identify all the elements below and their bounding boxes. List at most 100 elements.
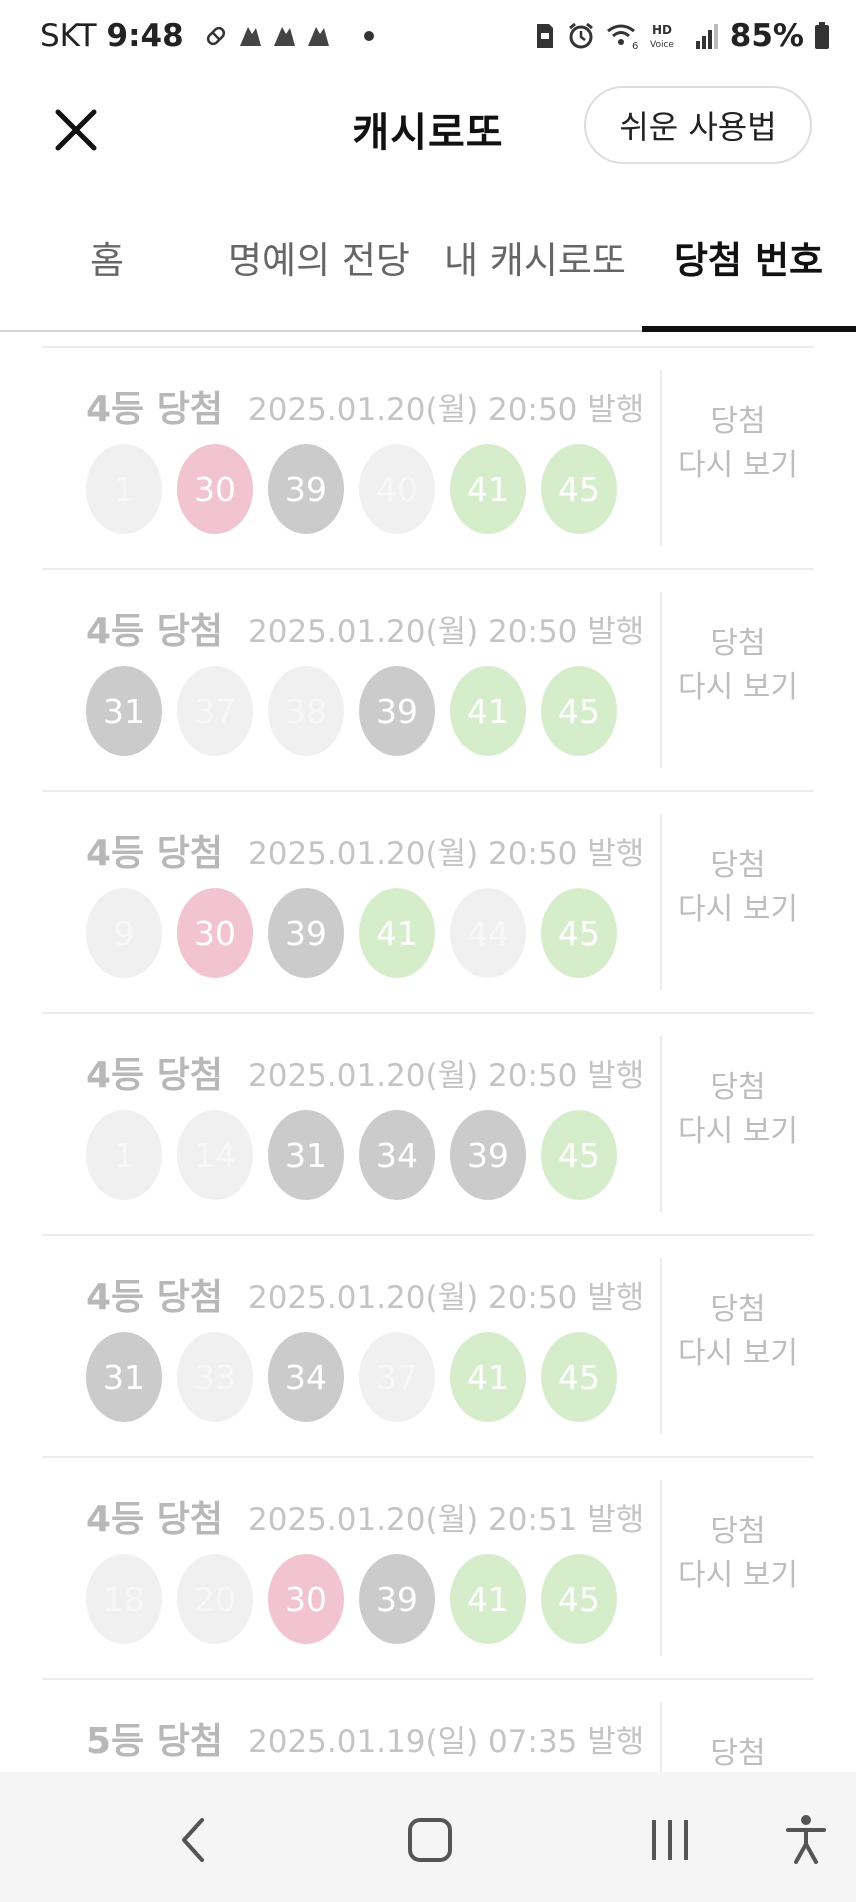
- lotto-ball: 45: [541, 444, 617, 534]
- lotto-ball: 45: [541, 1332, 617, 1422]
- view-win-again-button[interactable]: 당첨다시 보기: [662, 1288, 814, 1376]
- home-icon[interactable]: [400, 1810, 460, 1870]
- view-win-again-button[interactable]: 당첨다시 보기: [662, 622, 814, 710]
- lotto-ball: 33: [177, 1332, 253, 1422]
- lotto-ball: 41: [359, 888, 435, 978]
- prize-rank-label: 4등 당첨: [86, 833, 223, 874]
- view-win-again-button[interactable]: 당첨다시 보기: [662, 1732, 814, 1772]
- view-win-again-line2: 다시 보기: [678, 1558, 798, 1593]
- view-win-again-button[interactable]: 당첨다시 보기: [662, 1510, 814, 1598]
- issue-date-label: 2025.01.20(월) 20:50 발행: [248, 1280, 645, 1316]
- view-win-again-button[interactable]: 당첨다시 보기: [662, 844, 814, 932]
- lotto-ball: 41: [450, 1332, 526, 1422]
- view-win-again-line1: 당첨: [710, 1736, 766, 1771]
- winning-entry-card: 4등 당첨 2025.01.20(월) 20:51 발행 18 20 30 39 41 45 당…: [42, 1458, 814, 1680]
- winning-entry-card: 4등 당첨 2025.01.20(월) 20:50 발행 1 30 39 40 41 45 당첨…: [42, 348, 814, 570]
- more-notifications-dot: [363, 31, 374, 41]
- tab-home[interactable]: 홈: [90, 230, 124, 284]
- signal-icon: [695, 24, 718, 49]
- lotto-ball: 39: [268, 888, 344, 978]
- lotto-ball: 45: [541, 666, 617, 756]
- tab-winning-numbers[interactable]: 당첨 번호: [674, 230, 823, 284]
- view-win-again-button[interactable]: 당첨다시 보기: [662, 1066, 814, 1154]
- svg-text:HD: HD: [652, 23, 672, 37]
- status-left: SKT 9:48: [40, 18, 374, 54]
- winning-entry-card: 4등 당첨 2025.01.20(월) 20:50 발행 9 30 39 41 44 45 당첨…: [42, 792, 814, 1014]
- accessibility-icon[interactable]: [776, 1810, 836, 1870]
- lotto-ball: 34: [359, 1110, 435, 1200]
- lotto-ball: 18: [86, 1554, 162, 1644]
- lotto-ball: 9: [86, 888, 162, 978]
- status-bar: SKT 9:48 6 HD Voice 85%: [0, 0, 856, 78]
- lotto-ball: 1: [86, 1110, 162, 1200]
- winning-list[interactable]: 4등 당첨 2025.01.20(월) 20:50 발행 1 30 39 40 41 45 당첨…: [0, 332, 856, 1772]
- app-notification-icon: [239, 27, 261, 46]
- view-win-again-line2: 다시 보기: [678, 1336, 798, 1371]
- lotto-ball: 31: [268, 1110, 344, 1200]
- lotto-ball: 39: [268, 444, 344, 534]
- system-nav-bar: [0, 1772, 856, 1902]
- back-icon[interactable]: [164, 1810, 224, 1870]
- prize-rank-label: 5등 당첨: [86, 1721, 223, 1762]
- lotto-ball: 34: [268, 1332, 344, 1422]
- tab-hall-of-fame[interactable]: 명예의 전당: [228, 230, 410, 284]
- svg-text:6: 6: [632, 41, 638, 51]
- easy-guide-button[interactable]: 쉬운 사용법: [584, 86, 812, 164]
- issue-date-label: 2025.01.19(일) 07:35 발행: [248, 1724, 645, 1760]
- battery-icon: [815, 22, 829, 49]
- lotto-numbers: 9 30 39 41 44 45: [86, 888, 617, 978]
- lotto-ball: 41: [450, 444, 526, 534]
- lotto-ball: 30: [177, 888, 253, 978]
- prize-rank-label: 4등 당첨: [86, 389, 223, 430]
- lotto-ball: 45: [541, 1554, 617, 1644]
- view-win-again-button[interactable]: 당첨다시 보기: [662, 400, 814, 488]
- winning-entry-card: 5등 당첨 2025.01.19(일) 07:35 발행 당첨다시 보기: [42, 1680, 814, 1772]
- lotto-numbers: 1 30 39 40 41 45: [86, 444, 617, 534]
- winning-entry-card: 4등 당첨 2025.01.20(월) 20:50 발행 1 14 31 34 39 45 당첨…: [42, 1014, 814, 1236]
- lotto-ball: 40: [359, 444, 435, 534]
- prize-rank-label: 4등 당첨: [86, 1277, 223, 1318]
- lotto-ball: 31: [86, 1332, 162, 1422]
- view-win-again-line1: 당첨: [710, 1292, 766, 1327]
- tab-my-cashlotto[interactable]: 내 캐시로또: [444, 230, 626, 284]
- issue-date-label: 2025.01.20(월) 20:50 발행: [248, 836, 645, 872]
- lotto-ball: 31: [86, 666, 162, 756]
- status-right: 6 HD Voice 85%: [534, 18, 830, 54]
- lotto-ball: 39: [359, 1554, 435, 1644]
- view-win-again-line2: 다시 보기: [678, 1114, 798, 1149]
- view-win-again-line2: 다시 보기: [678, 892, 798, 927]
- app-header: 캐시로또 쉬운 사용법: [0, 78, 856, 208]
- lotto-ball: 37: [177, 666, 253, 756]
- prize-rank-label: 4등 당첨: [86, 1499, 223, 1540]
- tab-bar: 홈 명예의 전당 내 캐시로또 당첨 번호: [0, 208, 856, 332]
- lotto-ball: 20: [177, 1554, 253, 1644]
- wifi-icon: 6: [606, 24, 638, 51]
- svg-text:Voice: Voice: [650, 40, 674, 50]
- pill-notification-icon: [206, 26, 225, 46]
- lotto-ball: 39: [359, 666, 435, 756]
- recent-apps-icon[interactable]: [640, 1810, 700, 1870]
- view-win-again-line1: 당첨: [710, 404, 766, 439]
- prize-rank-label: 4등 당첨: [86, 1055, 223, 1096]
- lotto-ball: 39: [450, 1110, 526, 1200]
- lotto-numbers: 1 14 31 34 39 45: [86, 1110, 617, 1200]
- issue-date-label: 2025.01.20(월) 20:50 발행: [248, 392, 645, 428]
- view-win-again-line1: 당첨: [710, 626, 766, 661]
- view-win-again-line1: 당첨: [710, 1070, 766, 1105]
- sd-card-icon: [536, 24, 553, 48]
- lotto-ball: 44: [450, 888, 526, 978]
- lotto-ball: 38: [268, 666, 344, 756]
- prize-rank-label: 4등 당첨: [86, 611, 223, 652]
- issue-date-label: 2025.01.20(월) 20:50 발행: [248, 614, 645, 650]
- lotto-ball: 45: [541, 888, 617, 978]
- lotto-ball: 37: [359, 1332, 435, 1422]
- issue-date-label: 2025.01.20(월) 20:51 발행: [248, 1502, 645, 1538]
- view-win-again-line2: 다시 보기: [678, 670, 798, 705]
- lotto-ball: 45: [541, 1110, 617, 1200]
- lotto-ball: 14: [177, 1110, 253, 1200]
- lotto-ball: 41: [450, 1554, 526, 1644]
- view-win-again-line2: 다시 보기: [678, 448, 798, 483]
- lotto-ball: 30: [177, 444, 253, 534]
- lotto-numbers: 31 37 38 39 41 45: [86, 666, 617, 756]
- lotto-ball: 1: [86, 444, 162, 534]
